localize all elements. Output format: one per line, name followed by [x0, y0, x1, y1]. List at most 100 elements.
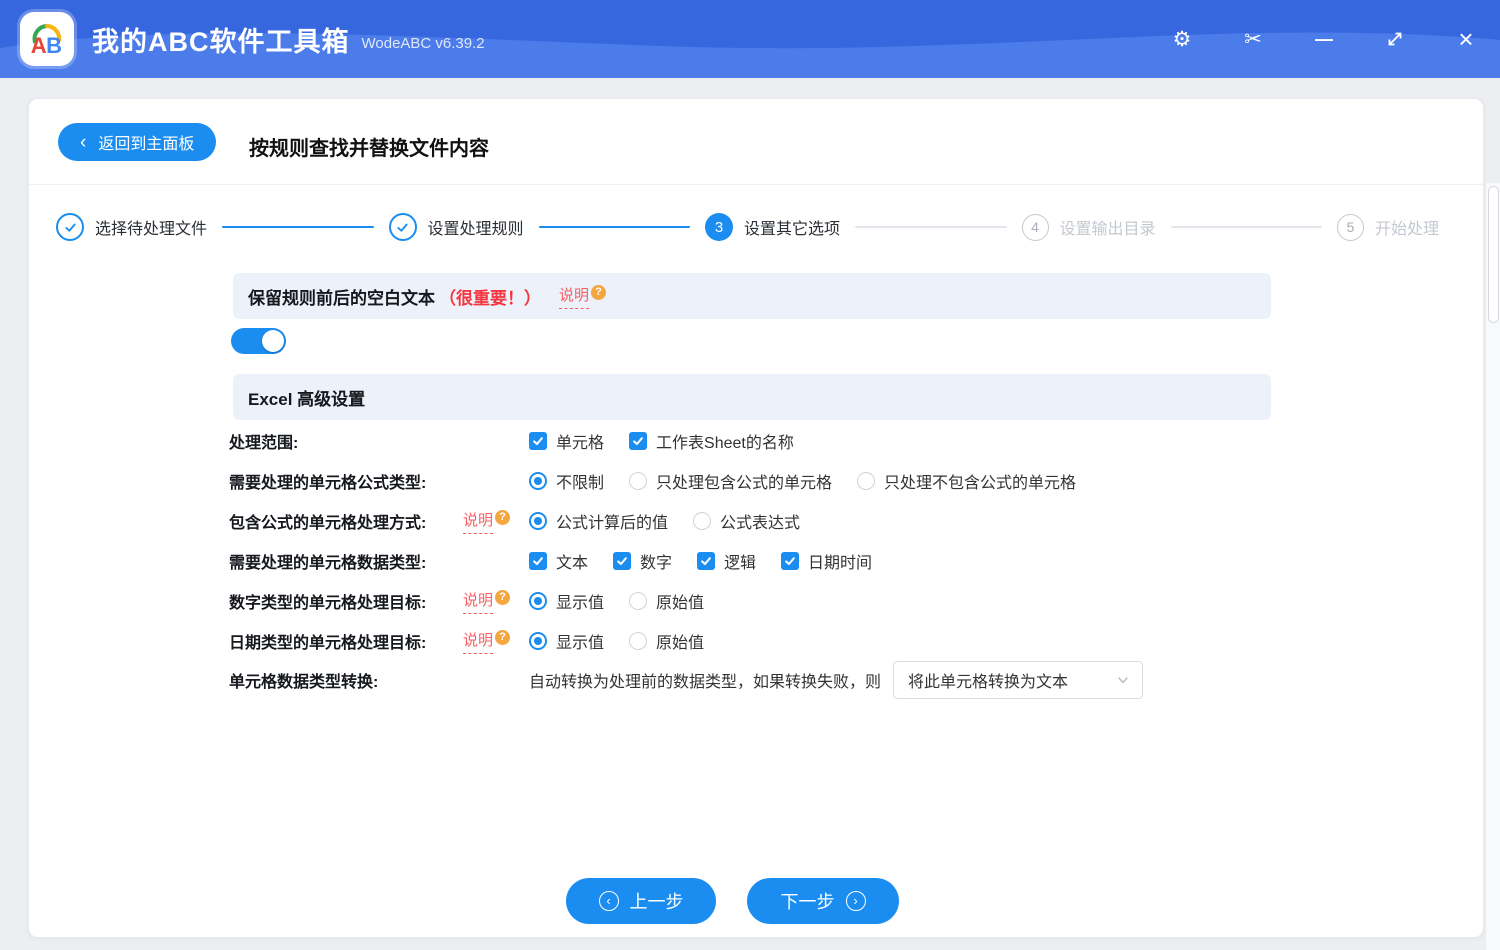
next-button-label: 下一步: [781, 888, 835, 914]
app-version: WodeABC v6.39.2: [362, 35, 485, 52]
radio-display-value-date[interactable]: 显示值: [529, 629, 604, 653]
radio-only-formula-cells[interactable]: 只处理包含公式的单元格: [629, 469, 832, 493]
prev-arrow-icon: ‹: [599, 891, 619, 911]
radio-unselected-icon: [629, 632, 647, 650]
help-question-icon: ?: [495, 510, 510, 525]
option-label: 显示值: [556, 589, 604, 613]
step-label: 选择待处理文件: [95, 215, 207, 239]
help-question-icon: ?: [495, 590, 510, 605]
checkbox-checked-icon: [529, 552, 547, 570]
checkbox-number[interactable]: 数字: [613, 549, 672, 573]
radio-raw-value-date[interactable]: 原始值: [629, 629, 704, 653]
step-done-check-icon: [56, 213, 84, 241]
formula-type-label: 需要处理的单元格公式类型:: [229, 469, 529, 493]
formula-mode-label: 包含公式的单元格处理方式:: [229, 509, 463, 533]
back-to-dashboard-button[interactable]: ‹ 返回到主面板: [58, 123, 216, 161]
date-target-row: 日期类型的单元格处理目标: 说明 ? 显示值 原始值: [229, 621, 1439, 661]
option-label: 工作表Sheet的名称: [656, 429, 794, 453]
date-target-help-link[interactable]: 说明 ?: [463, 629, 510, 654]
step-start-processing: 5 开始处理: [1337, 214, 1439, 241]
formula-mode-help-link[interactable]: 说明 ?: [463, 509, 510, 534]
step-other-options: 3 设置其它选项: [705, 213, 840, 241]
prev-step-button[interactable]: ‹ 上一步: [566, 878, 716, 924]
chevron-down-icon: [1116, 673, 1130, 687]
radio-display-value-number[interactable]: 显示值: [529, 589, 604, 613]
radio-unselected-icon: [857, 472, 875, 490]
checkbox-checked-icon: [529, 432, 547, 450]
option-label: 数字: [640, 549, 672, 573]
step-indicator: 选择待处理文件 设置处理规则 3 设置其它选项 4 设置输出目录 5 开始处理: [56, 209, 1439, 245]
convert-fallback-dropdown[interactable]: 将此单元格转换为文本: [893, 661, 1143, 699]
help-link-label: 说明: [463, 589, 493, 614]
scope-row: 处理范围: 单元格 工作表Sheet的名称: [229, 421, 1439, 461]
convert-row: 单元格数据类型转换: 自动转换为处理前的数据类型，如果转换失败，则 将此单元格转…: [229, 660, 1439, 700]
settings-icon[interactable]: ⚙: [1169, 26, 1195, 52]
back-button-label: 返回到主面板: [98, 130, 194, 154]
page-title: 按规则查找并替换文件内容: [249, 132, 489, 161]
option-label: 原始值: [656, 629, 704, 653]
option-label: 公式计算后的值: [556, 509, 668, 533]
convert-description: 自动转换为处理前的数据类型，如果转换失败，则: [529, 668, 881, 692]
option-label: 日期时间: [808, 549, 872, 573]
close-icon[interactable]: ×: [1453, 26, 1479, 52]
keep-whitespace-toggle[interactable]: [231, 328, 286, 354]
data-type-row: 需要处理的单元格数据类型: 文本 数字 逻辑 日期时间: [229, 541, 1439, 581]
next-arrow-icon: ›: [846, 891, 866, 911]
scissors-icon[interactable]: ✂: [1240, 26, 1266, 52]
step-set-rules: 设置处理规则: [389, 213, 524, 241]
option-label: 只处理不包含公式的单元格: [884, 469, 1076, 493]
number-target-help-link[interactable]: 说明 ?: [463, 589, 510, 614]
radio-raw-value-number[interactable]: 原始值: [629, 589, 704, 613]
formula-type-row: 需要处理的单元格公式类型: 不限制 只处理包含公式的单元格 只处理不包含公式的单…: [229, 461, 1439, 501]
step-done-check-icon: [389, 213, 417, 241]
excel-section-header: Excel 高级设置: [233, 374, 1271, 420]
radio-only-non-formula-cells[interactable]: 只处理不包含公式的单元格: [857, 469, 1076, 493]
titlebar: A B 我的ABC软件工具箱 WodeABC v6.39.2 ⚙ ✂ — ×: [0, 0, 1500, 78]
scrollbar-thumb[interactable]: [1488, 186, 1499, 323]
step-label: 设置处理规则: [428, 215, 524, 239]
date-target-label: 日期类型的单元格处理目标:: [229, 629, 463, 653]
radio-unselected-icon: [629, 592, 647, 610]
checkbox-sheet-name[interactable]: 工作表Sheet的名称: [629, 429, 794, 453]
resize-icon[interactable]: [1382, 26, 1408, 52]
step-connector: [222, 226, 373, 228]
app-logo-icon: A B: [25, 17, 69, 61]
checkbox-cell[interactable]: 单元格: [529, 429, 604, 453]
help-link-label: 说明: [463, 509, 493, 534]
checkbox-text[interactable]: 文本: [529, 549, 588, 573]
app-logo: A B: [20, 12, 74, 66]
step-label: 设置其它选项: [744, 215, 840, 239]
step-connector: [539, 226, 690, 228]
radio-formula-expression[interactable]: 公式表达式: [693, 509, 800, 533]
vertical-scrollbar[interactable]: [1485, 183, 1500, 950]
option-label: 显示值: [556, 629, 604, 653]
radio-selected-icon: [529, 472, 547, 490]
whitespace-section-header: 保留规则前后的空白文本 （很重要！） 说明 ?: [233, 273, 1271, 319]
step-number-badge: 3: [705, 213, 733, 241]
option-label: 不限制: [556, 469, 604, 493]
next-step-button[interactable]: 下一步 ›: [747, 878, 899, 924]
toggle-knob: [262, 330, 284, 352]
radio-selected-icon: [529, 512, 547, 530]
data-type-label: 需要处理的单元格数据类型:: [229, 549, 529, 573]
svg-text:B: B: [46, 33, 62, 58]
checkbox-logic[interactable]: 逻辑: [697, 549, 756, 573]
whitespace-help-link[interactable]: 说明 ?: [559, 284, 606, 309]
formula-mode-row: 包含公式的单元格处理方式: 说明 ? 公式计算后的值 公式表达式: [229, 501, 1439, 541]
step-output-dir: 4 设置输出目录: [1022, 214, 1156, 241]
checkbox-checked-icon: [697, 552, 715, 570]
dropdown-value: 将此单元格转换为文本: [908, 668, 1068, 692]
minimize-icon[interactable]: —: [1311, 26, 1337, 52]
checkbox-checked-icon: [629, 432, 647, 450]
scope-label: 处理范围:: [229, 429, 529, 453]
radio-no-limit[interactable]: 不限制: [529, 469, 604, 493]
svg-text:A: A: [31, 33, 47, 58]
prev-button-label: 上一步: [630, 888, 684, 914]
step-number-badge: 4: [1022, 214, 1049, 241]
radio-unselected-icon: [693, 512, 711, 530]
step-label: 设置输出目录: [1060, 215, 1156, 239]
whitespace-section-title: 保留规则前后的空白文本: [248, 284, 435, 309]
checkbox-datetime[interactable]: 日期时间: [781, 549, 872, 573]
radio-calculated-value[interactable]: 公式计算后的值: [529, 509, 668, 533]
back-chevron-icon: ‹: [80, 133, 86, 152]
